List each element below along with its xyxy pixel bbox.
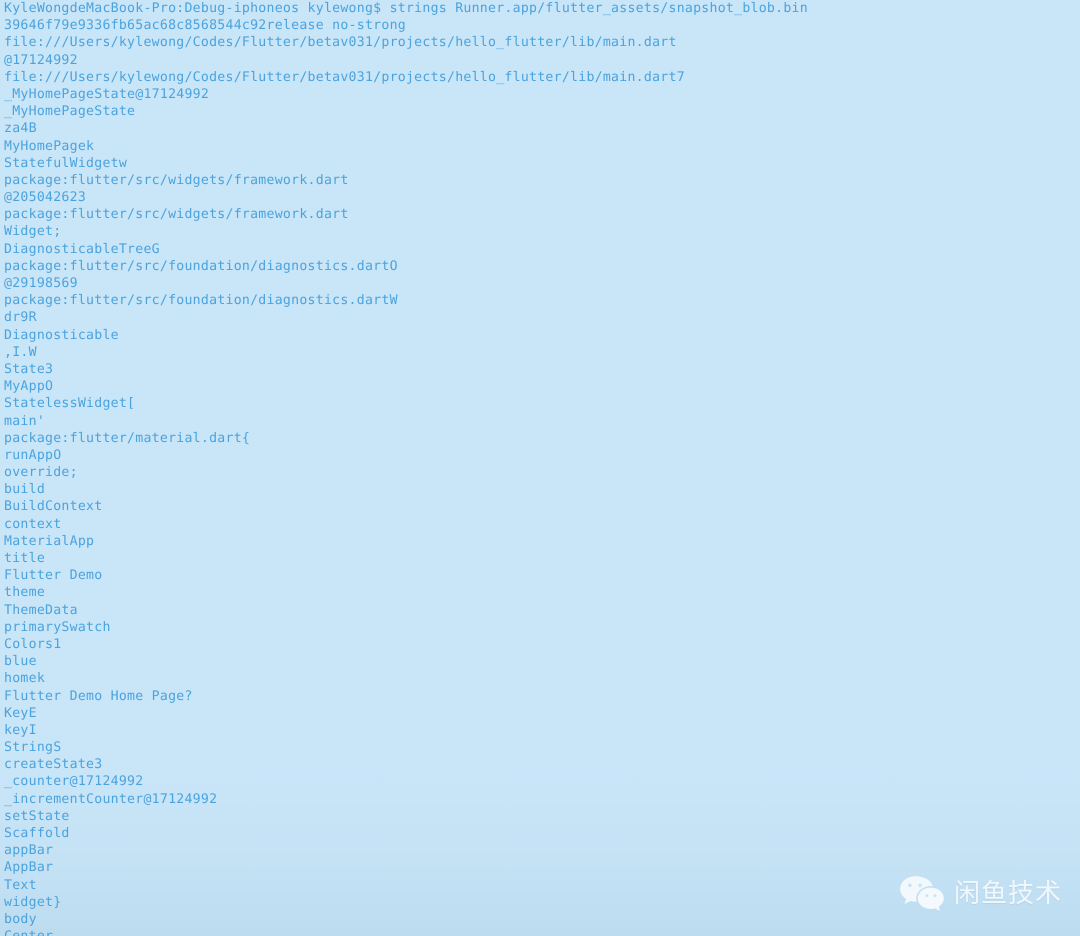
terminal-line: keyI [4,722,37,738]
terminal-line: package:flutter/material.dart{ [4,430,251,446]
terminal-line: primarySwatch [4,619,111,635]
terminal-line: Diagnosticable [4,327,119,343]
terminal-line: widget} [4,894,62,910]
terminal-line: main' [4,413,46,429]
terminal-line: StringS [4,740,62,756]
terminal-window: KyleWongdeMacBook-Pro:Debug-iphoneos kyl… [0,0,1080,936]
terminal-line: body [4,911,37,927]
terminal-line: Center [0,928,1080,936]
terminal-line: MyAppO [4,379,54,395]
terminal-line: KyleWongdeMacBook-Pro:Debug-iphoneos kyl… [4,1,808,16]
terminal-line: title [4,551,46,566]
terminal-line: ,I.W [4,344,37,360]
terminal-line: _incrementCounter@17124992 [4,791,218,807]
terminal-line: za4B [4,121,37,137]
terminal-line: MyHomePagek [4,138,95,154]
terminal-output[interactable]: KyleWongdeMacBook-Pro:Debug-iphoneos kyl… [0,0,1080,936]
terminal-line: appBar [4,843,54,859]
terminal-line: 39646f79e9336fb65ac68c8568544c92release … [4,18,406,34]
terminal-line: ThemeData [4,602,78,618]
terminal-line: dr9R [4,310,37,326]
terminal-line: Text [4,877,37,893]
terminal-line: @205042623 [4,190,87,206]
terminal-line: file:///Users/kylewong/Codes/Flutter/bet… [4,69,685,85]
terminal-line: @29198569 [4,276,78,291]
terminal-line: blue [4,654,37,670]
terminal-line: package:flutter/src/widgets/framework.da… [4,207,349,223]
terminal-line: Colors1 [4,636,62,652]
terminal-line: runAppO [4,447,62,463]
terminal-line: StatefulWidgetw [4,155,128,171]
terminal-line: AppBar [4,860,54,876]
terminal-line: package:flutter/src/foundation/diagnosti… [4,293,398,309]
terminal-line: createState3 [4,757,103,773]
terminal-line: override; [4,465,78,481]
terminal-line: _counter@17124992 [4,774,144,790]
terminal-line: BuildContext [4,499,103,515]
terminal-line: homek [4,671,46,687]
terminal-line: build [4,482,46,498]
terminal-line: Flutter Demo Home Page? [4,688,193,704]
terminal-line: KeyE [4,705,37,721]
terminal-line: State3 [4,361,54,377]
terminal-line: context [4,516,62,532]
terminal-line: DiagnosticableTreeG [4,241,160,257]
terminal-line: package:flutter/src/widgets/framework.da… [4,172,349,188]
terminal-line: Scaffold [4,826,70,841]
terminal-line: MaterialApp [4,533,95,549]
terminal-line: StatelessWidget[ [4,396,136,412]
terminal-line: Flutter Demo [4,568,103,584]
terminal-line: file:///Users/kylewong/Codes/Flutter/bet… [4,35,677,51]
terminal-line: theme [4,585,46,601]
terminal-line: @17124992 [4,52,78,68]
terminal-line: _MyHomePageState@17124992 [4,86,210,102]
terminal-line: _MyHomePageState [4,104,136,120]
terminal-line: Widget; [4,224,62,240]
terminal-line: package:flutter/src/foundation/diagnosti… [4,258,398,274]
terminal-line: setState [4,808,70,824]
